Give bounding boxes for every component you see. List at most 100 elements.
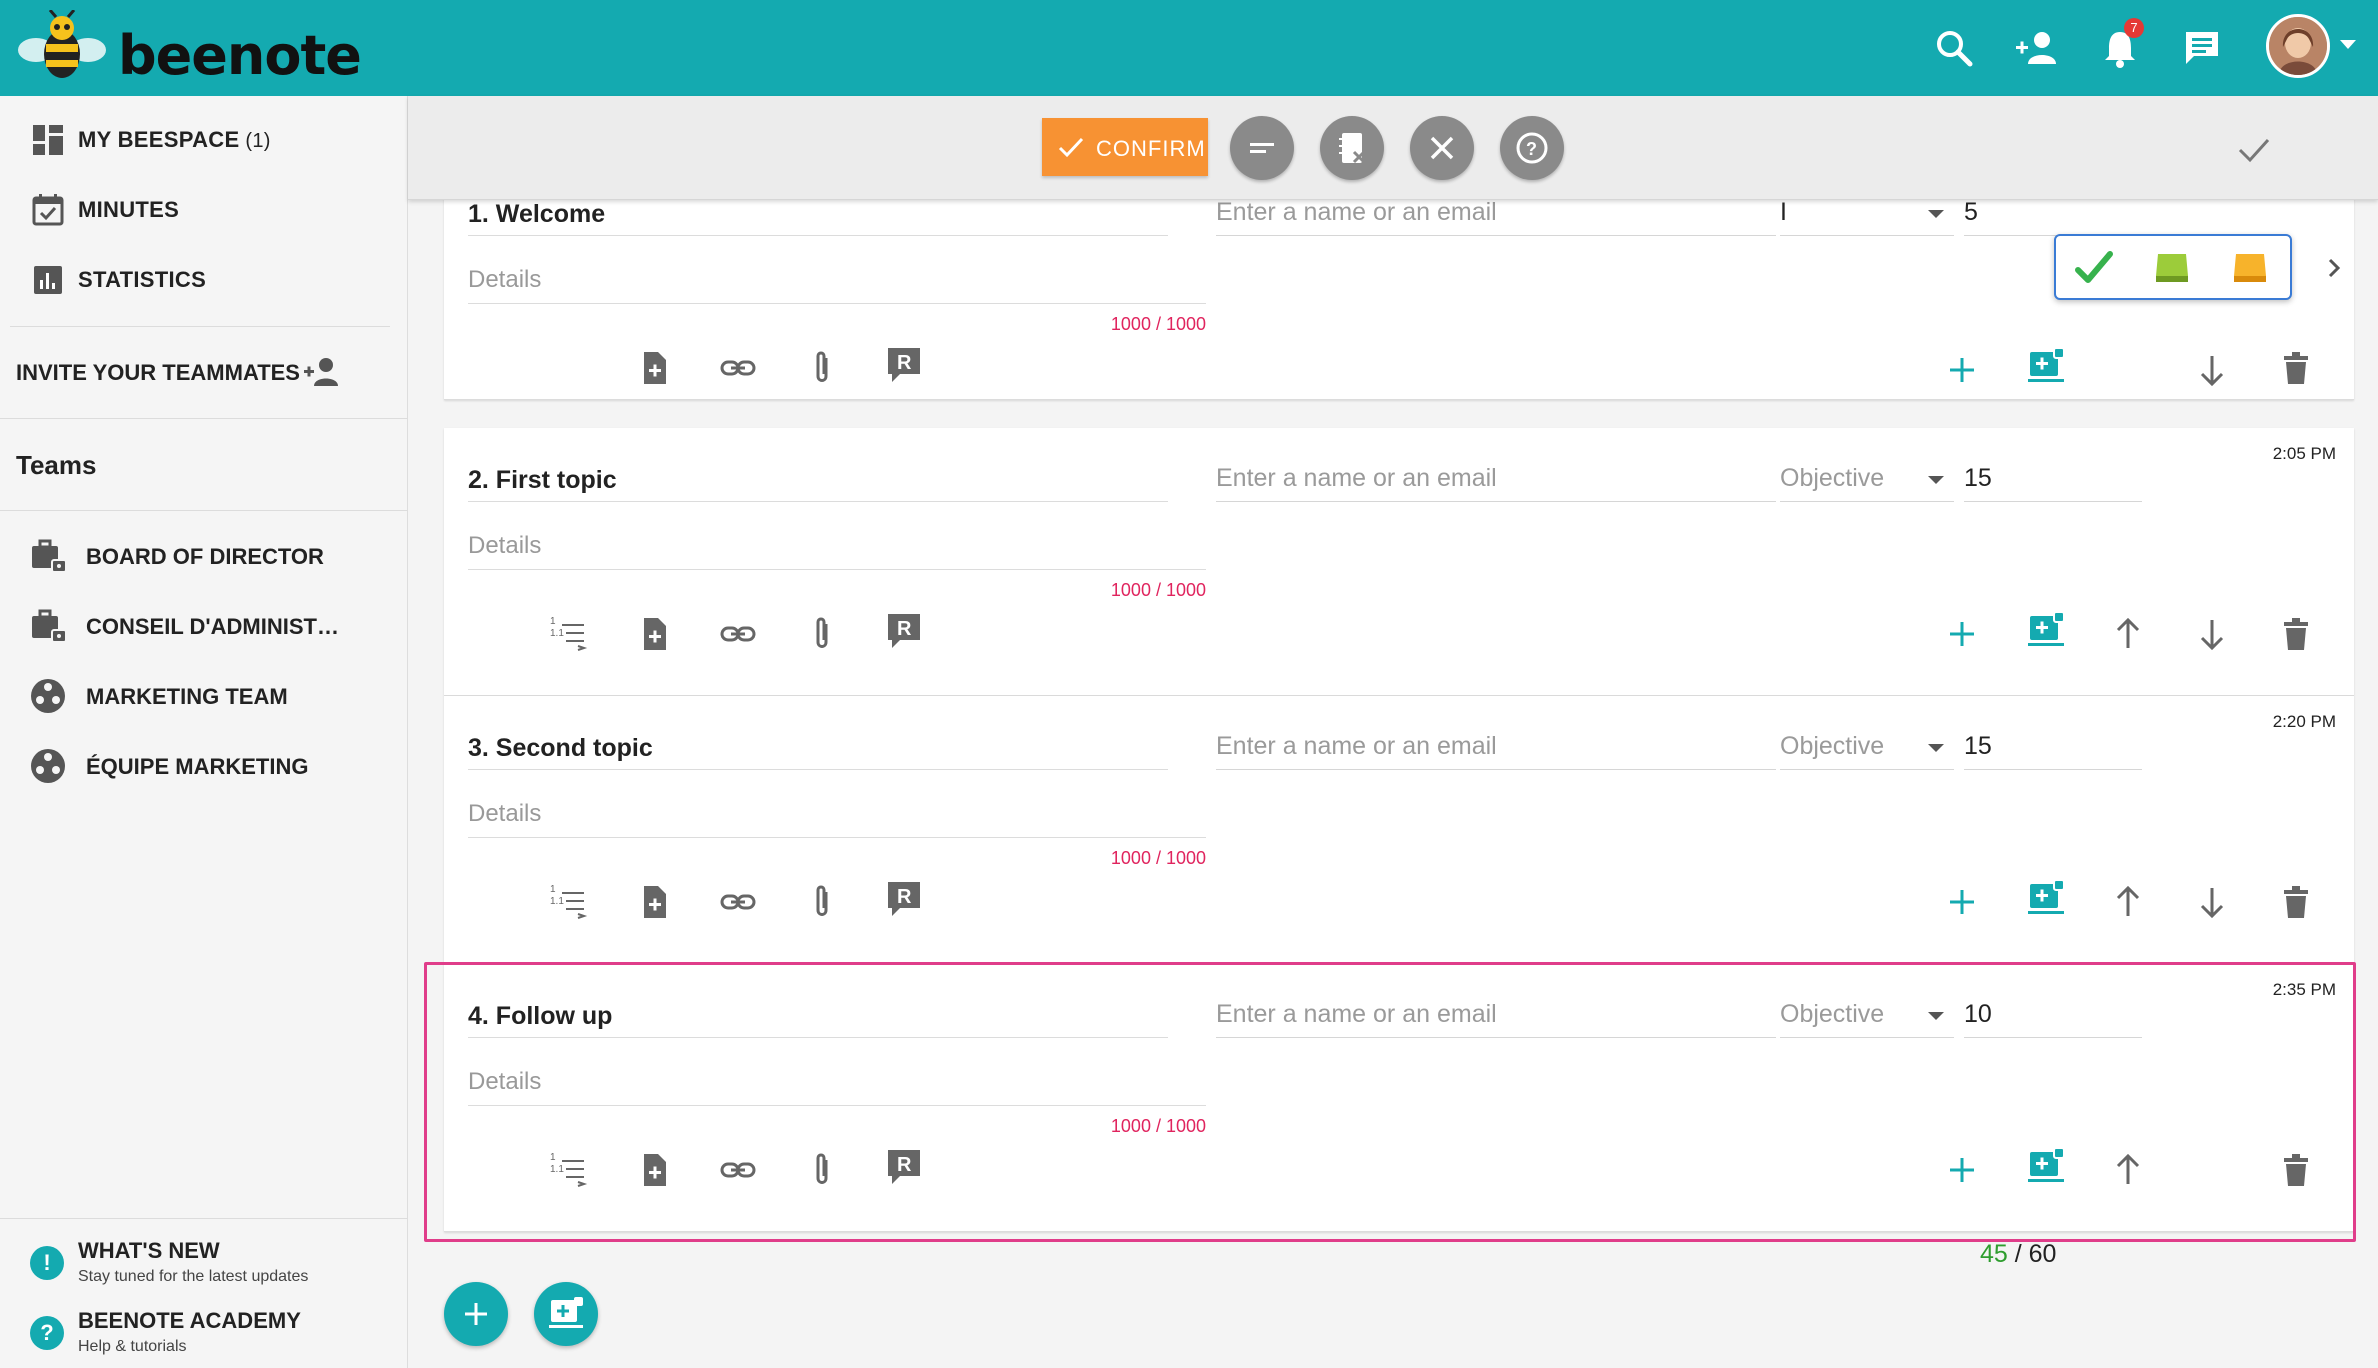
numbered-sub-items-icon[interactable]: 11.1 <box>548 1150 588 1190</box>
add-sub-item-icon[interactable] <box>2026 1146 2066 1186</box>
team-item-conseil-d-administration[interactable]: CONSEIL D'ADMINISTRATION <box>0 594 408 654</box>
confirm-button[interactable]: CONFIRM <box>1042 118 1208 176</box>
green-book-icon[interactable] <box>2150 248 2194 288</box>
add-sub-item-icon <box>549 1297 583 1328</box>
team-item-marketing-team[interactable]: MARKETING TEAM <box>0 664 408 724</box>
team-item-board-of-director[interactable]: BOARD OF DIRECTOR <box>0 524 408 584</box>
numbered-sub-items-icon[interactable]: 11.1 <box>548 614 588 654</box>
saved-check-icon[interactable] <box>2234 130 2274 170</box>
attachment-icon[interactable] <box>802 882 842 922</box>
green-check-icon[interactable] <box>2072 248 2116 288</box>
sidebar-item-statistics[interactable]: STATISTICS <box>0 250 408 310</box>
link-icon[interactable] <box>718 882 758 922</box>
link-icon[interactable] <box>718 348 758 388</box>
help-button[interactable]: ? <box>1500 116 1564 180</box>
presenter-input[interactable]: Enter a name or an email <box>1216 720 1776 770</box>
resolution-icon[interactable]: R <box>884 1146 924 1186</box>
duration-input[interactable]: 10 <box>1964 1000 2142 1038</box>
sidebar-divider <box>0 418 408 419</box>
search-icon[interactable] <box>1928 22 1980 74</box>
account-menu-caret-icon[interactable] <box>2340 40 2356 49</box>
move-down-icon[interactable] <box>2192 614 2232 654</box>
duration-input[interactable]: 15 <box>1964 464 2142 502</box>
delete-icon[interactable] <box>2276 1150 2316 1190</box>
add-item-icon[interactable] <box>1942 882 1982 922</box>
attachment-icon[interactable] <box>802 348 842 388</box>
remove-notebook-button[interactable] <box>1320 116 1384 180</box>
user-avatar[interactable] <box>2266 14 2330 78</box>
move-down-icon[interactable] <box>2192 882 2232 922</box>
add-item-icon[interactable] <box>1942 1150 1982 1190</box>
sidebar-divider <box>10 326 390 327</box>
sidebar-item-minutes[interactable]: MINUTES <box>0 180 408 240</box>
item-type-select[interactable]: Objective <box>1780 464 1954 502</box>
resolution-icon[interactable]: R <box>884 878 924 918</box>
chevron-down-icon <box>1928 210 1944 218</box>
move-up-icon[interactable] <box>2108 1150 2148 1190</box>
presenter-input[interactable]: Enter a name or an email <box>1216 988 1776 1038</box>
briefcase-lock-icon <box>32 539 67 573</box>
character-counter: 1000 / 1000 <box>1110 1116 1206 1136</box>
beespace-count: (1) <box>245 130 271 152</box>
delete-icon[interactable] <box>2276 882 2316 922</box>
agenda-item-details-field[interactable]: Details <box>468 266 1206 304</box>
whats-new-link[interactable]: ! WHAT'S NEW Stay tuned for the latest u… <box>0 1226 408 1296</box>
beenote-academy-link[interactable]: ? BEENOTE ACADEMY Help & tutorials <box>0 1296 408 1366</box>
numbered-sub-items-icon[interactable]: 11.1 <box>548 882 588 922</box>
move-up-icon[interactable] <box>2108 614 2148 654</box>
duration-value: 15 <box>1964 732 1992 760</box>
move-down-icon[interactable] <box>2192 350 2232 390</box>
attachment-icon[interactable] <box>802 1150 842 1190</box>
add-document-icon[interactable] <box>634 882 674 922</box>
collapse-button[interactable] <box>1230 116 1294 180</box>
add-sub-item-button[interactable] <box>534 1282 598 1346</box>
add-document-icon[interactable] <box>634 614 674 654</box>
agenda-editor: 1. Welcome Details 1000 / 1000 Enter a n… <box>408 132 2378 1368</box>
invite-teammates-button[interactable]: INVITE YOUR TEAMMATES <box>0 342 408 402</box>
link-icon[interactable] <box>718 1150 758 1190</box>
attachment-icon[interactable] <box>802 614 842 654</box>
bar-chart-icon <box>34 266 62 294</box>
agenda-item-details-field[interactable]: Details <box>468 800 1206 838</box>
agenda-item-title[interactable]: 3. Second topic <box>468 734 1168 770</box>
add-item-icon[interactable] <box>1942 350 1982 390</box>
invite-label: INVITE YOUR TEAMMATES <box>16 360 300 385</box>
beenote-logo[interactable]: beenote <box>14 10 374 87</box>
item-type-select[interactable]: Objective <box>1780 732 1954 770</box>
teams-title: Teams <box>16 450 97 480</box>
delete-icon[interactable] <box>2276 348 2316 388</box>
item-status-popup <box>2054 234 2292 300</box>
add-agenda-item-button[interactable] <box>444 1282 508 1346</box>
chevron-right-icon[interactable] <box>2324 254 2344 282</box>
item-type-select[interactable]: I <box>1780 198 1954 236</box>
add-item-icon[interactable] <box>1942 614 1982 654</box>
cancel-button[interactable] <box>1410 116 1474 180</box>
character-counter: 1000 / 1000 <box>1110 314 1206 334</box>
orange-book-icon[interactable] <box>2228 248 2272 288</box>
add-sub-item-icon[interactable] <box>2026 610 2066 650</box>
link-icon[interactable] <box>718 614 758 654</box>
agenda-item-details-field[interactable]: Details <box>468 532 1206 570</box>
resolution-icon[interactable]: R <box>884 344 924 384</box>
sidebar-item-my-beespace[interactable]: MY BEESPACE (1) <box>0 110 408 170</box>
duration-input[interactable]: 15 <box>1964 732 2142 770</box>
delete-icon[interactable] <box>2276 614 2316 654</box>
notifications-bell-icon[interactable]: 7 <box>2094 18 2146 74</box>
add-document-icon[interactable] <box>634 348 674 388</box>
add-sub-item-icon[interactable] <box>2026 878 2066 918</box>
agenda-item-title[interactable]: 1. Welcome <box>468 200 1168 236</box>
agenda-item-title[interactable]: 2. First topic <box>468 466 1168 502</box>
duration-input[interactable]: 5 <box>1964 198 2142 236</box>
agenda-item-details-field[interactable]: Details <box>468 1068 1206 1106</box>
agenda-item-title[interactable]: 4. Follow up <box>468 1002 1168 1038</box>
team-item-equipe-marketing[interactable]: ÉQUIPE MARKETING <box>0 734 408 794</box>
move-up-icon[interactable] <box>2108 882 2148 922</box>
dashboard-icon <box>33 125 63 155</box>
chat-icon[interactable] <box>2176 22 2228 74</box>
item-type-select[interactable]: Objective <box>1780 1000 1954 1038</box>
add-sub-item-icon[interactable] <box>2026 346 2066 386</box>
add-document-icon[interactable] <box>634 1150 674 1190</box>
add-person-icon[interactable] <box>2012 22 2064 74</box>
resolution-icon[interactable]: R <box>884 610 924 650</box>
presenter-input[interactable]: Enter a name or an email <box>1216 452 1776 502</box>
